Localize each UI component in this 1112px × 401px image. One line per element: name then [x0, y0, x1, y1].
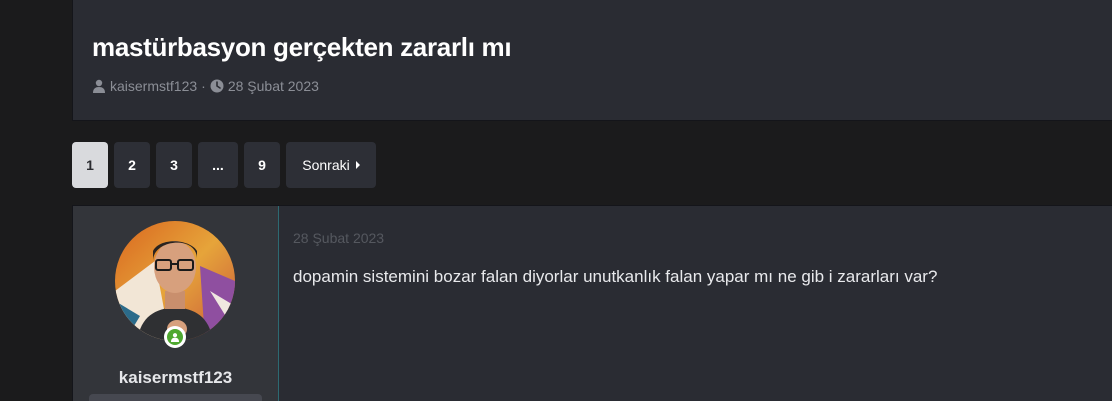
page-button-1[interactable]: 1: [72, 142, 108, 188]
page-jump-ellipsis[interactable]: ...: [198, 142, 238, 188]
post-username[interactable]: kaisermstf123: [73, 368, 278, 388]
post: kaisermstf123 28 Şubat 2023 dopamin sist…: [72, 205, 1112, 401]
caret-right-icon: [355, 161, 360, 169]
post-date[interactable]: 28 Şubat 2023: [293, 230, 384, 246]
thread-author-link[interactable]: kaisermstf123: [110, 78, 197, 94]
thread-meta: kaisermstf123 · 28 Şubat 2023: [92, 78, 319, 94]
user-online-icon: [167, 329, 183, 345]
page: mastürbasyon gerçekten zararlı mı kaiser…: [0, 0, 1112, 401]
user-title-banner: [89, 394, 262, 401]
page-button-2[interactable]: 2: [114, 142, 150, 188]
thread-date-link[interactable]: 28 Şubat 2023: [228, 78, 319, 94]
post-user-panel: kaisermstf123: [73, 206, 279, 401]
thread-header: mastürbasyon gerçekten zararlı mı kaiser…: [72, 0, 1112, 121]
online-status-badge: [164, 326, 186, 348]
next-page-label: Sonraki: [302, 157, 350, 173]
avatar[interactable]: [115, 221, 235, 341]
page-button-9[interactable]: 9: [244, 142, 280, 188]
meta-separator: ·: [201, 78, 206, 94]
thread-title: mastürbasyon gerçekten zararlı mı: [92, 32, 512, 62]
next-page-button[interactable]: Sonraki: [286, 142, 376, 188]
clock-icon: [210, 79, 224, 93]
user-icon: [92, 79, 106, 93]
pagination: 1 2 3 ... 9 Sonraki: [72, 142, 376, 188]
page-button-3[interactable]: 3: [156, 142, 192, 188]
post-content: dopamin sistemini bozar falan diyorlar u…: [293, 267, 938, 286]
